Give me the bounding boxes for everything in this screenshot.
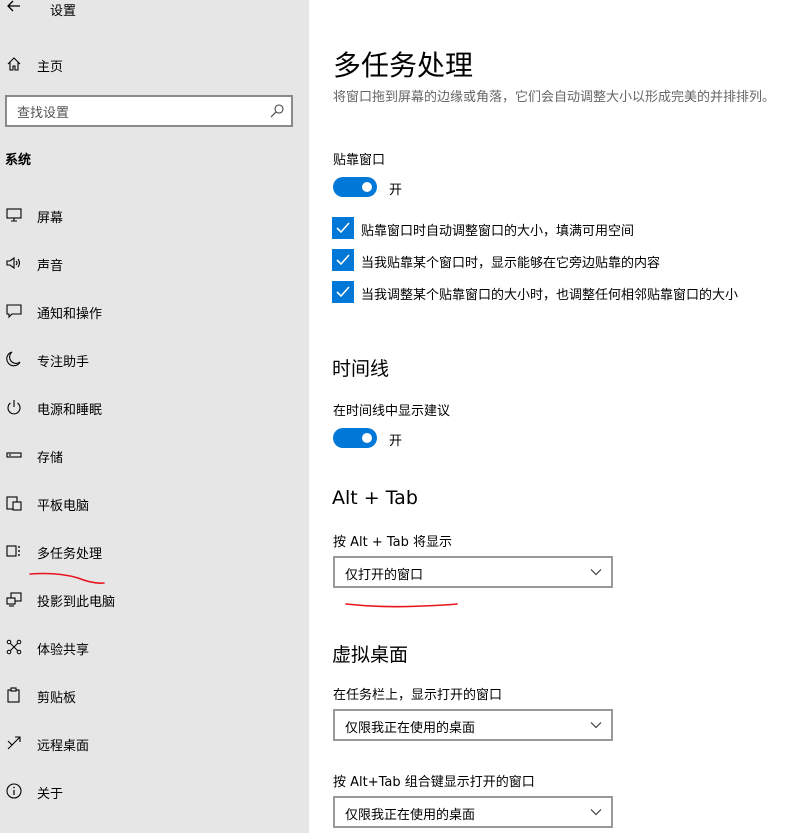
sidebar-item-label: 关于 <box>37 787 64 802</box>
sidebar-item-shared-experiences[interactable]: 体验共享 <box>0 632 309 662</box>
annotation-underline <box>345 603 458 608</box>
checkbox-label: 当我贴靠某个窗口时，显示能够在它旁边贴靠的内容 <box>361 256 661 271</box>
snap-option-2[interactable]: 当我贴靠某个窗口时，显示能够在它旁边贴靠的内容 <box>332 249 792 273</box>
timeline-heading: 时间线 <box>332 358 390 380</box>
sidebar-item-label: 多任务处理 <box>37 547 103 562</box>
alttab-select[interactable]: 仅打开的窗口 <box>333 556 613 588</box>
power-icon <box>7 400 21 415</box>
sidebar: 设置 主页 查找设置 系统 屏幕 声音 通知和操作 专注助手 电源和睡眠 存储 … <box>0 0 309 833</box>
back-arrow-icon[interactable] <box>4 0 24 16</box>
virtual-desktops-heading: 虚拟桌面 <box>332 644 409 666</box>
checkbox-checked-icon[interactable] <box>332 249 354 271</box>
alttab-desktops-select[interactable]: 仅限我正在使用的桌面 <box>333 796 613 828</box>
sidebar-item-label: 通知和操作 <box>37 307 103 322</box>
page-description: 将窗口拖到屏幕的边缘或角落，它们会自动调整大小以形成完美的并排排列。 <box>333 90 776 105</box>
notification-icon <box>6 304 22 319</box>
project-icon <box>6 592 22 607</box>
timeline-toggle-state: 开 <box>389 434 403 449</box>
checkbox-label: 当我调整某个贴靠窗口的大小时，也调整任何相邻贴靠窗口的大小 <box>361 288 739 303</box>
sidebar-item-home[interactable]: 主页 <box>0 50 309 78</box>
sidebar-item-label: 体验共享 <box>37 643 90 658</box>
sidebar-item-power-sleep[interactable]: 电源和睡眠 <box>0 392 309 422</box>
snap-toggle[interactable] <box>333 177 377 197</box>
alttab-label: 按 Alt + Tab 将显示 <box>333 535 453 550</box>
sidebar-item-notifications[interactable]: 通知和操作 <box>0 296 309 326</box>
sidebar-item-clipboard[interactable]: 剪贴板 <box>0 680 309 710</box>
toggle-knob <box>362 182 372 192</box>
chevron-down-icon <box>590 722 602 729</box>
search-placeholder: 查找设置 <box>17 106 70 121</box>
snap-toggle-state: 开 <box>389 183 403 198</box>
sidebar-item-label: 屏幕 <box>37 211 64 226</box>
sidebar-item-focus-assist[interactable]: 专注助手 <box>0 344 309 374</box>
alttab-heading: Alt + Tab <box>332 487 418 509</box>
share-icon <box>6 639 22 655</box>
multitasking-icon <box>6 545 20 557</box>
checkbox-label: 贴靠窗口时自动调整窗口的大小，填满可用空间 <box>361 224 635 239</box>
sidebar-item-label: 剪贴板 <box>37 691 77 706</box>
chevron-down-icon <box>590 569 602 576</box>
sidebar-item-label: 投影到此电脑 <box>37 595 116 610</box>
sidebar-item-storage[interactable]: 存储 <box>0 440 309 470</box>
sidebar-item-project[interactable]: 投影到此电脑 <box>0 584 309 614</box>
speaker-icon <box>6 256 21 270</box>
search-input[interactable]: 查找设置 <box>5 95 293 127</box>
snap-option-1[interactable]: 贴靠窗口时自动调整窗口的大小，填满可用空间 <box>332 217 792 241</box>
home-icon <box>7 57 21 71</box>
moon-icon <box>6 351 21 367</box>
timeline-toggle[interactable] <box>333 428 377 448</box>
sidebar-item-label: 存储 <box>37 451 64 466</box>
sidebar-item-display[interactable]: 屏幕 <box>0 200 309 230</box>
taskbar-windows-select[interactable]: 仅限我正在使用的桌面 <box>333 709 613 741</box>
sidebar-item-label: 声音 <box>37 259 64 274</box>
chevron-down-icon <box>590 809 602 816</box>
sidebar-item-label: 平板电脑 <box>37 499 90 514</box>
tablet-icon <box>6 496 22 511</box>
snap-label: 贴靠窗口 <box>333 153 386 168</box>
section-heading: 系统 <box>5 153 32 168</box>
sidebar-item-label: 主页 <box>37 60 64 75</box>
info-icon <box>6 783 22 799</box>
checkbox-checked-icon[interactable] <box>332 217 354 239</box>
remote-icon <box>7 736 21 750</box>
main-panel: 多任务处理 将窗口拖到屏幕的边缘或角落，它们会自动调整大小以形成完美的并排排列。… <box>309 0 804 833</box>
select-value: 仅限我正在使用的桌面 <box>345 721 476 736</box>
app-title: 设置 <box>50 4 77 19</box>
sidebar-item-sound[interactable]: 声音 <box>0 248 309 278</box>
monitor-icon <box>6 208 22 222</box>
timeline-label: 在时间线中显示建议 <box>333 404 451 419</box>
sidebar-item-label: 远程桌面 <box>37 739 90 754</box>
sidebar-item-label: 电源和睡眠 <box>37 403 103 418</box>
search-icon[interactable] <box>269 103 285 119</box>
select-value: 仅限我正在使用的桌面 <box>345 808 476 823</box>
checkbox-checked-icon[interactable] <box>332 281 354 303</box>
snap-option-3[interactable]: 当我调整某个贴靠窗口的大小时，也调整任何相邻贴靠窗口的大小 <box>332 281 792 305</box>
storage-icon <box>6 452 22 458</box>
select-value: 仅打开的窗口 <box>345 568 424 583</box>
toggle-knob <box>362 433 372 443</box>
sidebar-item-remote-desktop[interactable]: 远程桌面 <box>0 728 309 758</box>
alttab-desktops-label: 按 Alt+Tab 组合键显示打开的窗口 <box>333 775 535 790</box>
clipboard-icon <box>7 687 20 703</box>
sidebar-item-label: 专注助手 <box>37 355 90 370</box>
taskbar-windows-label: 在任务栏上，显示打开的窗口 <box>333 688 503 703</box>
sidebar-item-about[interactable]: 关于 <box>0 776 309 806</box>
sidebar-item-multitasking[interactable]: 多任务处理 <box>0 536 309 566</box>
sidebar-item-tablet[interactable]: 平板电脑 <box>0 488 309 518</box>
annotation-underline <box>29 572 105 584</box>
page-title: 多任务处理 <box>333 49 474 82</box>
